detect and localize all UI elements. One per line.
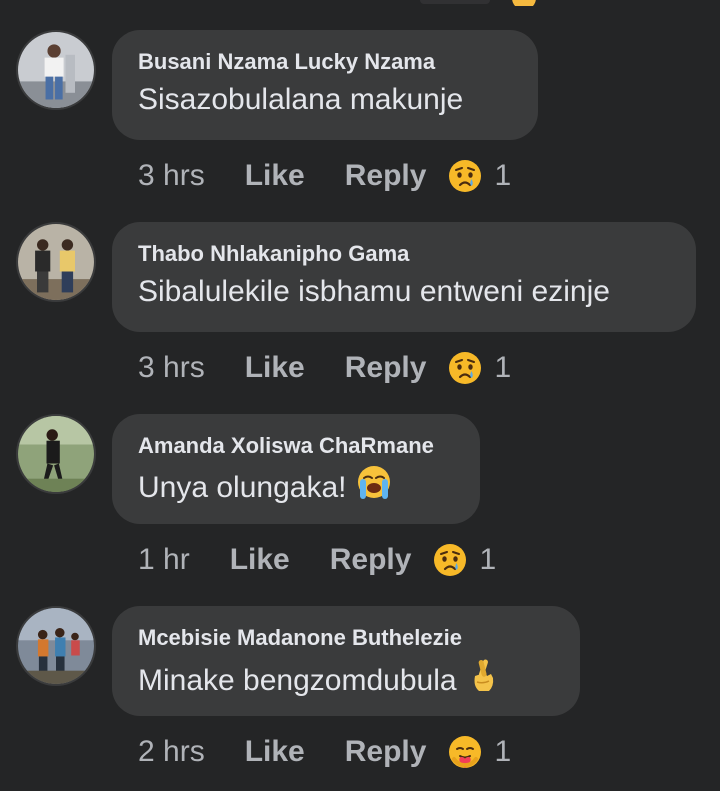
previous-reply-link[interactable]: [420, 0, 490, 4]
reaction-count: 1: [479, 543, 497, 576]
avatar[interactable]: [16, 222, 96, 302]
like-button[interactable]: Like: [230, 543, 290, 577]
comment-bubble: Mcebisie Madanone Buthelezie Minake beng…: [112, 606, 580, 716]
reply-button[interactable]: Reply: [345, 351, 427, 385]
comment-text: Sisazobulalana makunje: [138, 80, 512, 120]
reply-button[interactable]: Reply: [345, 735, 427, 769]
sad-reaction-icon: [448, 159, 482, 193]
sad-reaction-icon: [433, 543, 467, 577]
reaction-count: 1: [494, 351, 512, 384]
comment-time[interactable]: 3 hrs: [138, 159, 205, 193]
comment-time[interactable]: 1 hr: [138, 543, 190, 577]
loudly-crying-face-icon: [356, 464, 392, 511]
comment-actions: 1 hr Like Reply 1: [138, 540, 496, 580]
comment-author[interactable]: Amanda Xoliswa ChaRmane: [138, 432, 454, 460]
previous-reaction-icon: [512, 0, 536, 6]
avatar[interactable]: [16, 414, 96, 494]
previous-comment-actions: [380, 0, 580, 6]
crossed-fingers-icon: [467, 656, 499, 705]
reaction-summary[interactable]: 1: [448, 351, 511, 385]
comment-author[interactable]: Busani Nzama Lucky Nzama: [138, 48, 512, 76]
comment-time[interactable]: 3 hrs: [138, 351, 205, 385]
avatar[interactable]: [16, 30, 96, 110]
comment-actions: 3 hrs Like Reply 1: [138, 348, 511, 388]
comment-text-body: Sibalulekile isbhamu entweni ezinje: [138, 275, 610, 308]
comment-bubble: Amanda Xoliswa ChaRmane Unya olungaka!: [112, 414, 480, 524]
like-button[interactable]: Like: [245, 351, 305, 385]
comment-text-body: Sisazobulalana makunje: [138, 83, 464, 116]
reaction-summary[interactable]: 1: [448, 735, 511, 769]
care-reaction-icon: [448, 735, 482, 769]
like-button[interactable]: Like: [245, 159, 305, 193]
comment-text-body: Unya olungaka!: [138, 470, 347, 504]
sad-reaction-icon: [448, 351, 482, 385]
comment-actions: 2 hrs Like Reply 1: [138, 732, 511, 772]
comment-time[interactable]: 2 hrs: [138, 735, 205, 769]
comment-text: Minake bengzomdubula: [138, 656, 554, 705]
reaction-summary[interactable]: 1: [433, 543, 496, 577]
reaction-count: 1: [494, 159, 512, 192]
comment-text: Sibalulekile isbhamu entweni ezinje: [138, 272, 670, 312]
reply-button[interactable]: Reply: [330, 543, 412, 577]
comment-actions: 3 hrs Like Reply 1: [138, 156, 511, 196]
comment-bubble: Busani Nzama Lucky Nzama Sisazobulalana …: [112, 30, 538, 140]
comment-author[interactable]: Thabo Nhlakanipho Gama: [138, 240, 670, 268]
like-button[interactable]: Like: [245, 735, 305, 769]
comment-bubble: Thabo Nhlakanipho Gama Sibalulekile isbh…: [112, 222, 696, 332]
comment-text: Unya olungaka!: [138, 464, 454, 511]
reaction-summary[interactable]: 1: [448, 159, 511, 193]
reaction-count: 1: [494, 735, 512, 768]
reply-button[interactable]: Reply: [345, 159, 427, 193]
comment-text-body: Minake bengzomdubula: [138, 663, 457, 697]
comment-author[interactable]: Mcebisie Madanone Buthelezie: [138, 624, 554, 652]
avatar[interactable]: [16, 606, 96, 686]
